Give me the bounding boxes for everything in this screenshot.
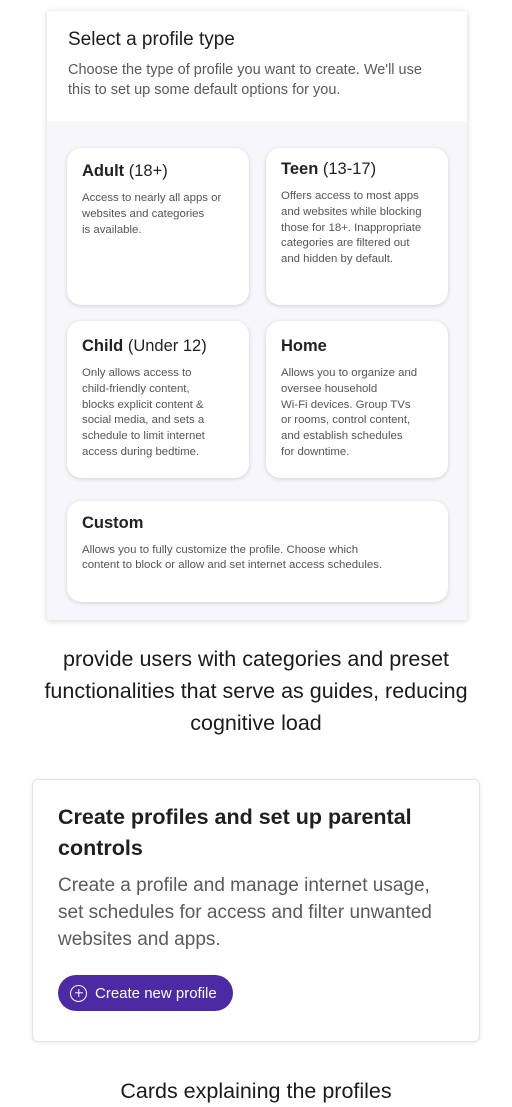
profile-card-heading: Teen (13-17): [281, 160, 434, 179]
caption-top: provide users with categories and preset…: [44, 647, 468, 735]
profile-card-age: (13-17): [322, 160, 377, 178]
profile-card-age: (18+): [128, 162, 168, 180]
profile-type-panel: Select a profile type Choose the type of…: [47, 11, 467, 620]
profile-card-home[interactable]: Home Allows you to organize and oversee …: [266, 321, 448, 478]
profile-type-header: Select a profile type Choose the type of…: [47, 11, 467, 121]
profile-card-adult[interactable]: Adult (18+) Access to nearly all apps or…: [67, 148, 249, 305]
parental-card-description: Create a profile and manage internet usa…: [58, 875, 432, 950]
plus-circle-icon: [70, 984, 87, 1002]
profile-type-subtitle: Choose the type of profile you want to c…: [68, 62, 422, 98]
profile-card-heading: Custom: [82, 514, 434, 533]
profile-card-name: Home: [281, 337, 327, 355]
parental-card-title: Create profiles and set up parental cont…: [58, 805, 412, 860]
profile-card-heading: Adult (18+): [82, 162, 235, 181]
profile-card-heading: Home: [281, 337, 434, 356]
profile-card-name: Adult: [82, 162, 125, 180]
profile-type-title: Select a profile type: [68, 29, 235, 50]
parental-controls-card: Create profiles and set up parental cont…: [32, 779, 480, 1042]
profile-card-description: Allows you to organize and oversee house…: [281, 367, 418, 458]
profile-card-description: Allows you to fully customize the profil…: [82, 544, 383, 571]
profile-card-age: (Under 12): [127, 337, 207, 355]
profile-card-name: Custom: [82, 514, 144, 532]
profile-card-name: Child: [82, 337, 124, 355]
create-new-profile-label: Create new profile: [95, 984, 217, 1002]
profile-card-custom[interactable]: Custom Allows you to fully customize the…: [67, 501, 448, 602]
profile-card-child[interactable]: Child (Under 12) Only allows access to c…: [67, 321, 249, 478]
create-new-profile-button[interactable]: Create new profile: [58, 975, 233, 1011]
profile-card-description: Access to nearly all apps or websites an…: [82, 192, 222, 236]
profile-card-heading: Child (Under 12): [82, 337, 235, 356]
profile-card-teen[interactable]: Teen (13-17) Offers access to most apps …: [266, 148, 448, 305]
profile-card-description: Only allows access to child-friendly con…: [82, 367, 205, 458]
profile-card-name: Teen: [281, 160, 319, 178]
caption-bottom: Cards explaining the profiles: [120, 1079, 392, 1103]
profile-card-description: Offers access to most apps and websites …: [281, 190, 422, 266]
